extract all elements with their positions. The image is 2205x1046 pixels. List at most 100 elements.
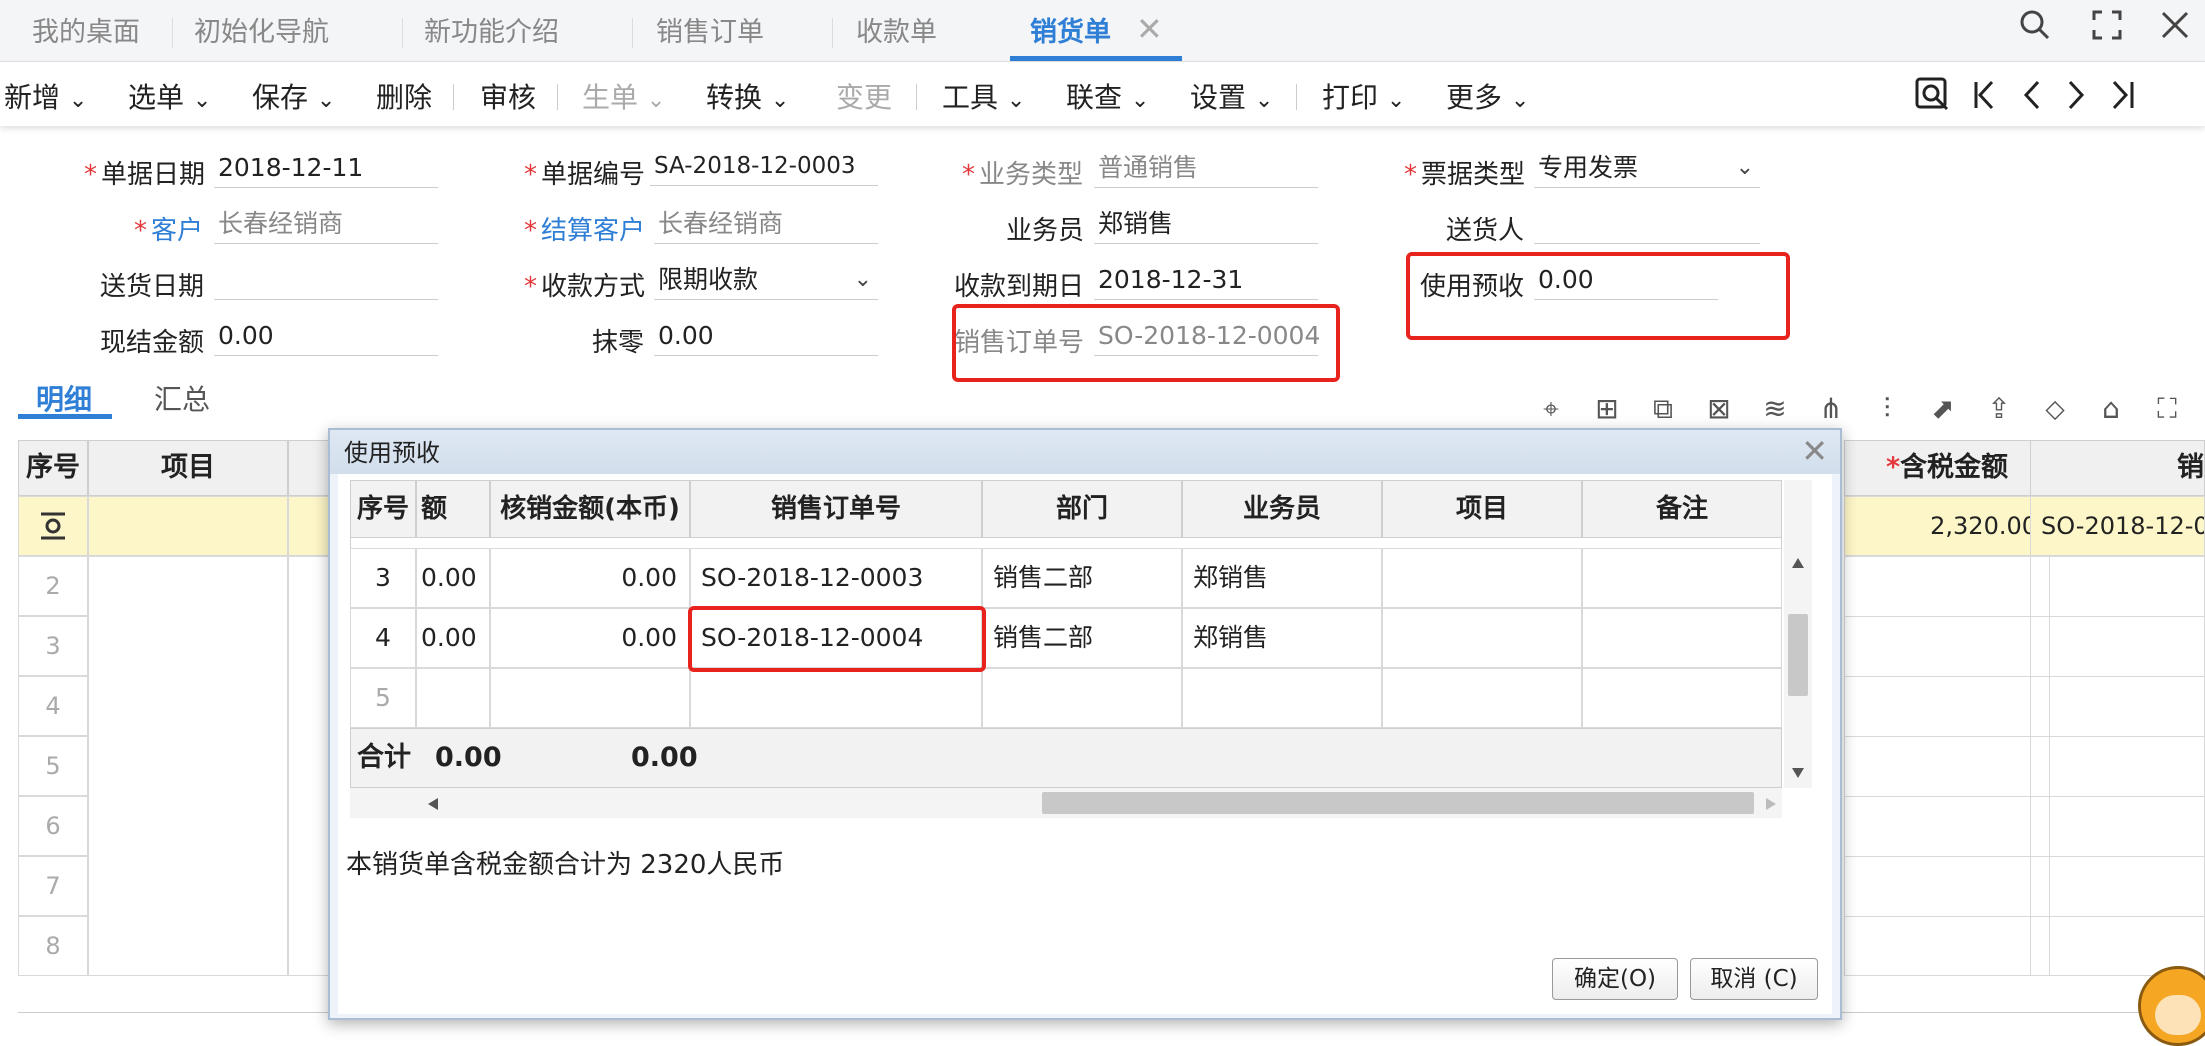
tab-summary[interactable]: 汇总 bbox=[154, 378, 210, 418]
fullscreen-icon[interactable] bbox=[2092, 10, 2122, 48]
tools-button[interactable]: 工具 ⌄ bbox=[942, 76, 1025, 116]
link-query-button[interactable]: 联查 ⌄ bbox=[1066, 76, 1149, 116]
biz-type-field[interactable]: 普通销售 bbox=[1094, 150, 1318, 188]
location-icon[interactable]: ⌖ bbox=[1534, 392, 1568, 426]
dlg-row-remark[interactable] bbox=[1582, 668, 1782, 728]
customer-label[interactable]: * 客户 bbox=[134, 210, 203, 247]
dlg-row-amount[interactable]: 0.00 bbox=[416, 548, 490, 608]
salesman-field[interactable]: 郑销售 bbox=[1094, 206, 1318, 244]
last-record-icon[interactable] bbox=[2108, 76, 2138, 122]
dlg-row-salesman[interactable]: 郑销售 bbox=[1182, 608, 1382, 668]
grid-cell[interactable] bbox=[88, 496, 288, 556]
convert-button[interactable]: 转换 ⌄ bbox=[706, 76, 789, 116]
cash-amount-field[interactable]: 0.00 bbox=[214, 318, 438, 356]
tab-detail[interactable]: 明细 bbox=[36, 378, 92, 418]
tag-icon[interactable]: ⬦ bbox=[2038, 392, 2072, 426]
dlg-row-project[interactable] bbox=[1382, 668, 1582, 728]
row-number: 7 bbox=[18, 856, 88, 916]
dlg-horizontal-scroll-thumb[interactable] bbox=[1042, 792, 1754, 814]
dlg-row-amount[interactable] bbox=[416, 668, 490, 728]
more-button[interactable]: 更多 ⌄ bbox=[1446, 76, 1529, 116]
settle-customer-field[interactable]: 长春经销商 bbox=[654, 206, 878, 244]
deliverer-field[interactable] bbox=[1534, 206, 1760, 244]
save-button[interactable]: 保存 ⌄ bbox=[252, 76, 335, 116]
add-button[interactable]: 新增 ⌄ bbox=[4, 76, 87, 116]
tab-receipt[interactable]: 收款单 bbox=[856, 0, 937, 62]
doc-date-field[interactable]: 2018-12-11 bbox=[214, 150, 438, 188]
dlg-row-write-off[interactable]: 0.00 bbox=[490, 608, 690, 668]
add-row-icon[interactable]: ⊞ bbox=[1590, 392, 1624, 426]
tab-new-features[interactable]: 新功能介绍 bbox=[424, 0, 559, 62]
pay-method-select[interactable]: 限期收款 ⌄ bbox=[654, 262, 878, 300]
next-record-icon[interactable] bbox=[2062, 76, 2092, 122]
chart-icon[interactable]: ⬈ bbox=[1926, 392, 1960, 426]
grid-header-partial: 销 bbox=[2030, 440, 2205, 496]
search-icon[interactable] bbox=[2018, 8, 2052, 50]
audit-button[interactable]: 审核 bbox=[480, 76, 536, 116]
dlg-row-dept[interactable] bbox=[982, 668, 1182, 728]
dlg-horizontal-scrollbar[interactable] bbox=[350, 788, 1782, 818]
dlg-total-amount: 0.00 bbox=[435, 742, 502, 773]
tab-close-icon[interactable]: ✕ bbox=[1136, 10, 1163, 48]
select-button[interactable]: 选单 ⌄ bbox=[128, 76, 211, 116]
first-record-icon[interactable] bbox=[1970, 76, 2000, 122]
settings-button[interactable]: 设置 ⌄ bbox=[1190, 76, 1273, 116]
due-date-field[interactable]: 2018-12-31 bbox=[1094, 262, 1318, 300]
toolbar-divider bbox=[557, 84, 558, 110]
dlg-row-salesman[interactable] bbox=[1182, 668, 1382, 728]
warehouse-icon[interactable]: ⌂ bbox=[2094, 392, 2128, 426]
dialog-close-icon[interactable]: ✕ bbox=[1801, 432, 1828, 470]
row-settings-icon[interactable] bbox=[18, 496, 88, 556]
row1-so-no[interactable]: SO-2018-12-0 bbox=[2030, 496, 2205, 556]
ok-button[interactable]: 确定(O) bbox=[1552, 958, 1678, 1000]
dlg-row-so-no[interactable] bbox=[690, 668, 982, 728]
chevron-down-icon: ⌄ bbox=[853, 267, 872, 292]
analysis-icon[interactable]: ⫶ bbox=[1870, 392, 1904, 426]
export-icon[interactable]: ⇪ bbox=[1982, 392, 2016, 426]
invoice-type-select[interactable]: 专用发票 ⌄ bbox=[1534, 150, 1760, 188]
row1-tax-amount[interactable]: 2,320.00 bbox=[1844, 496, 2050, 556]
grid-cell[interactable] bbox=[88, 556, 288, 976]
customer-field[interactable]: 长春经销商 bbox=[214, 206, 438, 244]
dlg-row-so-no[interactable]: SO-2018-12-0003 bbox=[690, 548, 982, 608]
dlg-row-remark[interactable] bbox=[1582, 608, 1782, 668]
settle-customer-label[interactable]: * 结算客户 bbox=[524, 210, 645, 247]
split-icon[interactable]: ⋔ bbox=[1814, 392, 1848, 426]
delete-button[interactable]: 删除 bbox=[376, 76, 432, 116]
dlg-row-write-off[interactable]: 0.00 bbox=[490, 548, 690, 608]
delete-row-icon[interactable]: ⊠ bbox=[1702, 392, 1736, 426]
grid-line bbox=[1844, 736, 2205, 737]
dlg-row-dept[interactable]: 销售二部 bbox=[982, 548, 1182, 608]
dlg-row-dept[interactable]: 销售二部 bbox=[982, 608, 1182, 668]
grid-cell[interactable] bbox=[1844, 556, 2050, 976]
doc-no-field[interactable]: SA-2018-12-0003 bbox=[650, 148, 878, 186]
tab-sales-order[interactable]: 销售订单 bbox=[656, 0, 764, 62]
grid-cell[interactable] bbox=[2030, 556, 2205, 976]
dlg-row-remark[interactable] bbox=[1582, 548, 1782, 608]
print-button[interactable]: 打印 ⌄ bbox=[1322, 76, 1405, 116]
batch-edit-icon[interactable]: ≋ bbox=[1758, 392, 1792, 426]
dlg-row-write-off[interactable] bbox=[490, 668, 690, 728]
delivery-date-field[interactable] bbox=[214, 262, 438, 300]
dlg-row-salesman[interactable]: 郑销售 bbox=[1182, 548, 1382, 608]
change-button[interactable]: 变更 bbox=[836, 76, 892, 116]
generate-button[interactable]: 生单 ⌄ bbox=[582, 76, 665, 116]
preview-icon[interactable] bbox=[1914, 76, 1950, 122]
expand-icon[interactable]: ⛶ bbox=[2150, 392, 2184, 426]
previous-record-icon[interactable] bbox=[2016, 76, 2046, 122]
row-number: 2 bbox=[18, 556, 88, 616]
dlg-row-amount[interactable]: 0.00 bbox=[416, 608, 490, 668]
dlg-vertical-scroll-thumb[interactable] bbox=[1788, 614, 1808, 696]
close-window-icon[interactable] bbox=[2160, 10, 2190, 48]
tab-sales-delivery[interactable]: 销货单 bbox=[1030, 0, 1111, 62]
tab-desktop[interactable]: 我的桌面 bbox=[32, 0, 140, 62]
mascot-avatar[interactable] bbox=[2138, 966, 2205, 1046]
copy-row-icon[interactable]: ⧉ bbox=[1646, 392, 1680, 426]
dlg-header-amount: 额 bbox=[416, 480, 490, 538]
dlg-row-project[interactable] bbox=[1382, 548, 1582, 608]
dlg-row-project[interactable] bbox=[1382, 608, 1582, 668]
tab-init-nav[interactable]: 初始化导航 bbox=[194, 0, 329, 62]
dlg-vertical-scrollbar[interactable] bbox=[1784, 480, 1812, 788]
cancel-button[interactable]: 取消 (C) bbox=[1690, 958, 1818, 1000]
rounding-field[interactable]: 0.00 bbox=[654, 318, 878, 356]
